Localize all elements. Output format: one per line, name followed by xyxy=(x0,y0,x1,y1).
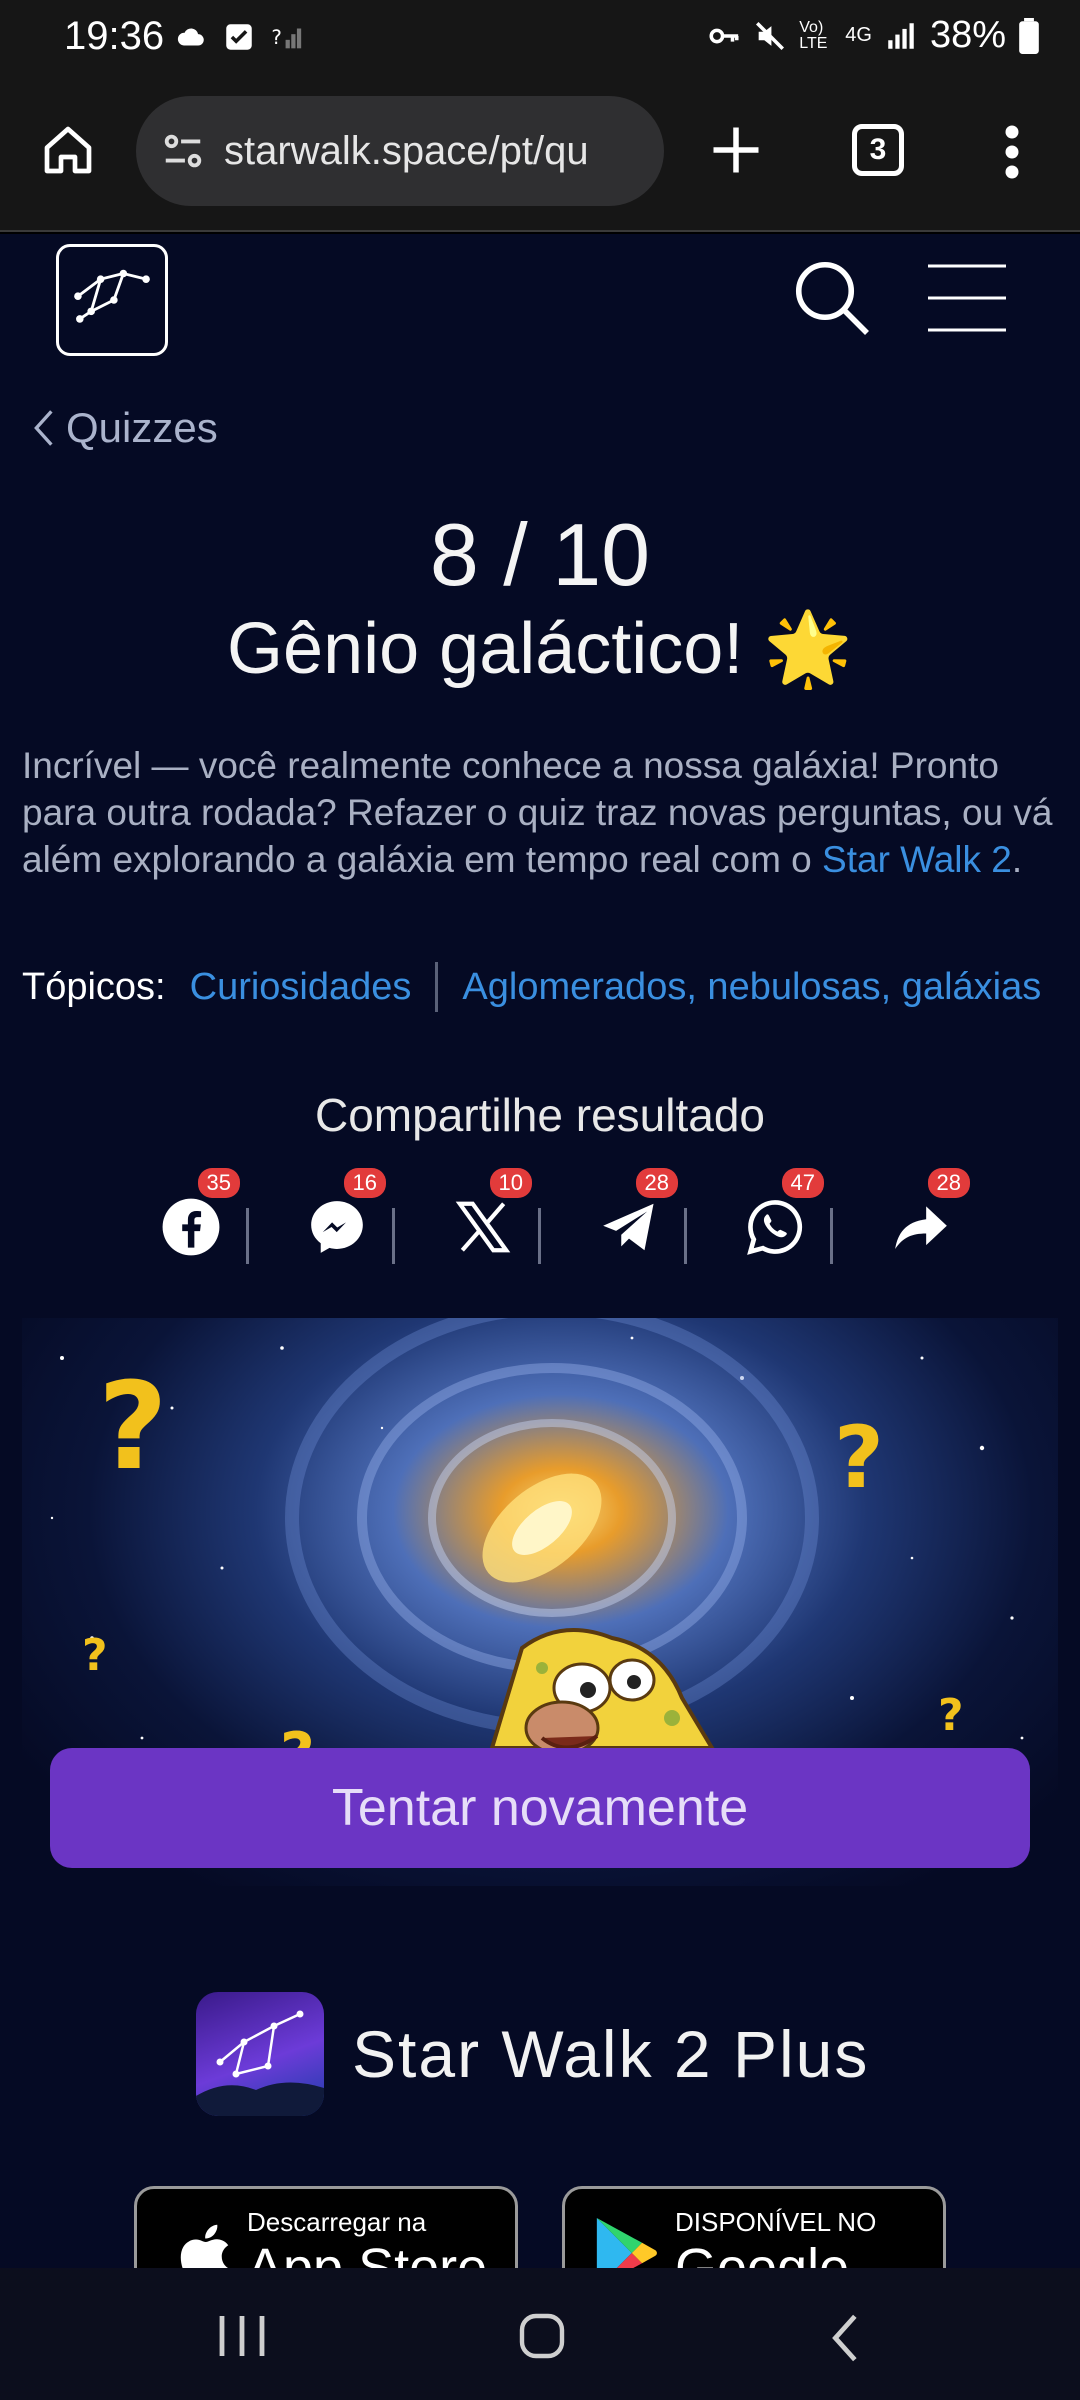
question-mark-decoration: ? xyxy=(98,1358,168,1497)
status-time: 19:36 xyxy=(64,14,165,58)
telegram-icon xyxy=(603,1203,654,1251)
plus-icon[interactable] xyxy=(706,120,766,180)
hamburger-menu-icon[interactable] xyxy=(926,262,1008,334)
share-divider xyxy=(830,1208,833,1264)
topic-link-curiosidades[interactable]: Curiosidades xyxy=(190,966,412,1009)
share-buttons: 35 16 10 28 47 28 xyxy=(140,1168,970,1274)
google-play-label: Google Play xyxy=(675,2238,850,2268)
constellation-icon xyxy=(74,269,150,323)
volte-indicator: Vo) LTE xyxy=(799,18,828,52)
tabs-button[interactable]: 3 xyxy=(852,124,904,176)
share-count-badge: 10 xyxy=(489,1168,532,1198)
share-count-badge: 16 xyxy=(343,1168,386,1198)
star-walk-app-icon xyxy=(196,1992,324,2116)
back-nav-icon[interactable] xyxy=(826,2312,862,2364)
share-divider xyxy=(684,1208,687,1264)
address-bar[interactable]: starwalk.space/pt/qu xyxy=(136,96,664,206)
share-icon xyxy=(895,1206,947,1249)
mute-icon xyxy=(756,21,785,50)
share-more-button[interactable]: 28 xyxy=(870,1168,970,1274)
more-vert-icon[interactable] xyxy=(1000,122,1024,182)
share-count-badge: 47 xyxy=(781,1168,824,1198)
recent-apps-icon[interactable] xyxy=(216,2312,268,2360)
character-sticker xyxy=(489,1628,716,1756)
share-count-badge: 28 xyxy=(927,1168,970,1198)
no-signal-icon: ? xyxy=(271,26,302,49)
app-name: Star Walk 2 Plus xyxy=(352,2017,870,2091)
app-store-caption: Descarregar na xyxy=(247,2207,427,2237)
chevron-left-icon xyxy=(34,410,53,446)
messenger-icon xyxy=(311,1201,363,1253)
share-whatsapp-button[interactable]: 47 xyxy=(724,1168,824,1274)
url-text[interactable]: starwalk.space/pt/qu xyxy=(224,129,589,174)
app-store-label: App Store xyxy=(247,2238,488,2268)
checkbox-icon xyxy=(226,24,252,50)
system-nav-bar xyxy=(0,2268,1080,2400)
network-type: 4G xyxy=(845,24,872,46)
google-play-icon xyxy=(596,2218,657,2268)
vpn-key-icon xyxy=(709,28,739,43)
search-icon[interactable] xyxy=(790,256,874,340)
whatsapp-icon xyxy=(747,1200,803,1255)
question-mark-decoration: ? xyxy=(938,1690,964,1741)
share-facebook-button[interactable]: 35 xyxy=(140,1168,240,1274)
browser-toolbar: starwalk.space/pt/qu 3 xyxy=(0,80,1080,232)
share-divider xyxy=(392,1208,395,1264)
share-count-badge: 28 xyxy=(635,1168,678,1198)
signal-icon xyxy=(888,22,914,49)
back-to-quizzes-link[interactable]: Quizzes xyxy=(30,404,218,452)
web-page: Quizzes 8 / 10 Gênio galáctico! 🌟 Incrív… xyxy=(0,234,1080,2268)
app-promo[interactable]: Star Walk 2 Plus xyxy=(196,1992,869,2116)
share-title: Compartilhe resultado xyxy=(314,1089,765,1141)
app-store-button[interactable]: Descarregar na App Store xyxy=(134,2186,518,2268)
topic-divider xyxy=(435,962,439,1012)
svg-text:?: ? xyxy=(271,26,282,49)
result-title: Gênio galáctico! 🌟 xyxy=(227,609,853,689)
apple-icon xyxy=(180,2224,229,2268)
cloud-icon xyxy=(177,28,204,46)
share-x-button[interactable]: 10 xyxy=(432,1168,532,1274)
retry-button[interactable]: Tentar novamente xyxy=(50,1748,1030,1868)
galaxy-illustration: ? ? ? ? ? Tentar novamente xyxy=(22,1318,1058,1886)
status-bar: 19:36 ? Vo) LTE 4G 38% xyxy=(0,0,1080,80)
home-icon[interactable] xyxy=(40,122,96,178)
topic-link-galaxias[interactable]: Aglomerados, nebulosas, galáxias xyxy=(462,966,1041,1009)
google-play-caption: DISPONÍVEL NO xyxy=(675,2207,877,2237)
topics-label: Tópicos: xyxy=(22,965,166,1008)
question-mark-decoration: ? xyxy=(82,1630,108,1681)
x-icon xyxy=(455,1201,511,1253)
quiz-score: 8 / 10 xyxy=(429,505,651,604)
share-divider xyxy=(538,1208,541,1264)
site-settings-icon[interactable] xyxy=(160,128,206,174)
back-link-label[interactable]: Quizzes xyxy=(66,404,218,452)
result-description: Incrível — você realmente conhece a noss… xyxy=(22,745,1053,880)
home-nav-icon[interactable] xyxy=(518,2312,566,2360)
battery-percent: 38% xyxy=(929,14,1006,56)
battery-icon xyxy=(1019,17,1039,54)
facebook-icon xyxy=(162,1198,220,1256)
share-divider xyxy=(246,1208,249,1264)
starwalk-logo[interactable] xyxy=(56,244,168,356)
share-count-badge: 35 xyxy=(197,1168,240,1198)
share-messenger-button[interactable]: 16 xyxy=(286,1168,386,1274)
star-walk-2-link[interactable]: Star Walk 2 xyxy=(822,839,1012,880)
topics-row: Tópicos: Curiosidades Aglomerados, nebul… xyxy=(22,962,1041,1012)
question-mark-decoration: ? xyxy=(834,1408,884,1508)
google-play-button[interactable]: DISPONÍVEL NO Google Play xyxy=(562,2186,946,2268)
share-telegram-button[interactable]: 28 xyxy=(578,1168,678,1274)
